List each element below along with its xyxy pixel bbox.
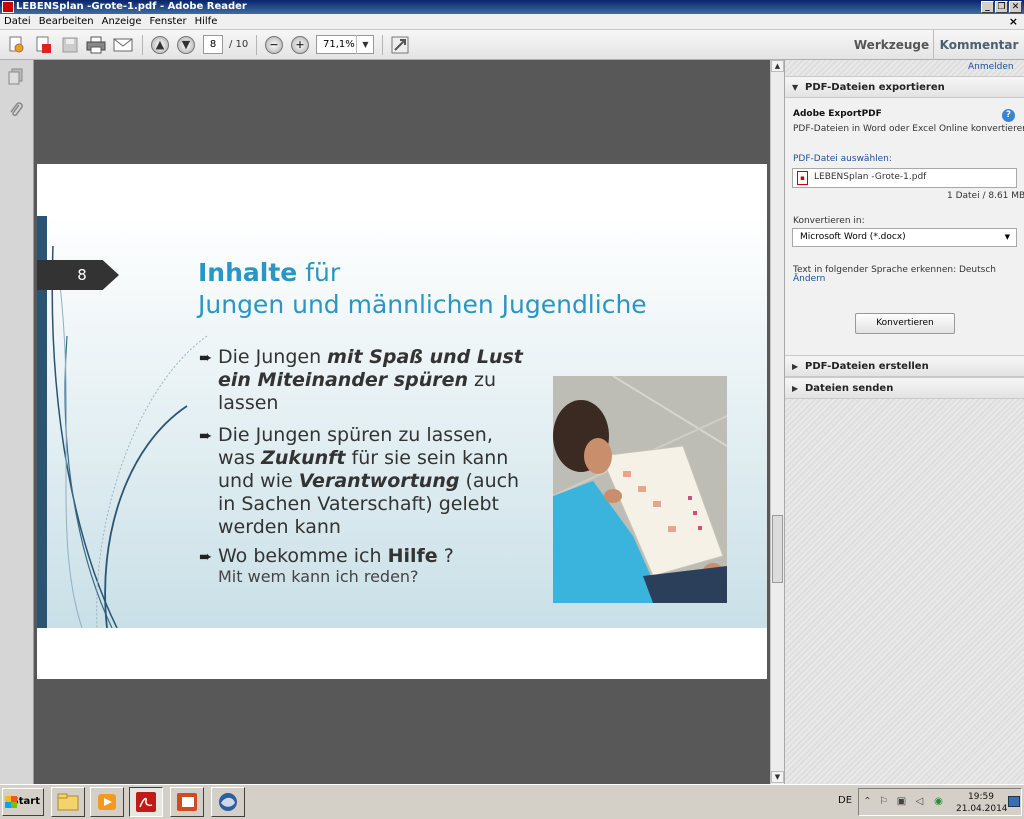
- scroll-down-icon[interactable]: ▼: [771, 771, 784, 783]
- menu-bearbeiten[interactable]: Bearbeiten: [35, 14, 98, 30]
- close-document-button[interactable]: ×: [1009, 14, 1018, 30]
- print-icon[interactable]: [86, 35, 106, 55]
- pdf-file-icon: ▪: [797, 171, 808, 185]
- menu-anzeige[interactable]: Anzeige: [98, 14, 146, 30]
- section-title: PDF-Dateien erstellen: [805, 361, 929, 372]
- create-pdf-icon[interactable]: [6, 35, 26, 55]
- explorer-icon[interactable]: [51, 787, 85, 817]
- bullet-emphasis: Hilfe: [387, 545, 438, 567]
- bullet-arrow-icon: ➨: [199, 547, 213, 566]
- convert-button[interactable]: Konvertieren: [855, 313, 955, 334]
- create-pdf-section-header[interactable]: ▶ PDF-Dateien erstellen: [785, 355, 1024, 377]
- triangle-right-icon: ▶: [792, 384, 799, 393]
- minimize-button[interactable]: _: [981, 1, 994, 13]
- bullet-emphasis: Zukunft: [261, 447, 346, 469]
- windows-logo-icon: [5, 796, 17, 808]
- file-count: 1 Datei / 8.61 MB: [947, 191, 1024, 201]
- bullet-emphasis: Verantwortung: [298, 470, 460, 492]
- slide-title-bold: Inhalte: [198, 258, 298, 287]
- page-down-icon[interactable]: ▼: [177, 36, 195, 54]
- bullet-text: Die Jungen: [218, 346, 328, 368]
- presentation-app-icon[interactable]: [170, 787, 204, 817]
- pdf-page: 8 Inhalte für Jungen und männlichen Juge…: [37, 164, 767, 679]
- menu-bar: Datei Bearbeiten Anzeige Fenster Hilfe: [0, 14, 1024, 30]
- window-title: LEBENSplan -Grote-1.pdf - Adobe Reader: [16, 1, 247, 12]
- fullscreen-icon[interactable]: [390, 35, 410, 55]
- bullet-text: Wo bekomme ich: [218, 545, 388, 567]
- clock-date[interactable]: 21.04.2014: [956, 804, 1008, 814]
- bullet-item: ➨ Die Jungen mit Spaß und Lust ein Mitei…: [199, 346, 529, 415]
- scroll-up-icon[interactable]: ▲: [771, 60, 784, 72]
- page-up-icon[interactable]: ▲: [151, 36, 169, 54]
- thunderbird-icon[interactable]: [211, 787, 245, 817]
- restore-button[interactable]: ❐: [995, 1, 1008, 13]
- show-desktop-icon[interactable]: [1008, 796, 1020, 807]
- network-icon[interactable]: ▣: [896, 796, 907, 807]
- triangle-right-icon: ▶: [792, 362, 799, 371]
- convert-to-label: Konvertieren in:: [793, 216, 865, 226]
- email-icon[interactable]: [113, 35, 133, 55]
- page-number-input[interactable]: 8: [203, 35, 223, 54]
- bullet-subline: Mit wem kann ich reden?: [218, 567, 419, 586]
- menu-fenster[interactable]: Fenster: [146, 14, 191, 30]
- close-window-button[interactable]: ✕: [1009, 1, 1022, 13]
- bullet-item: ➨ Die Jungen spüren zu lassen, was Zukun…: [199, 424, 529, 539]
- convert-format-value: Microsoft Word (*.docx): [800, 232, 906, 242]
- bullet-arrow-icon: ➨: [199, 426, 213, 445]
- slide-photo: [553, 376, 727, 603]
- chevron-down-icon[interactable]: ▼: [356, 35, 374, 54]
- toolbar-separator: [382, 35, 383, 55]
- selected-file-name: LEBENSplan -Grote-1.pdf: [814, 172, 927, 182]
- sign-in-link[interactable]: Anmelden: [968, 62, 1014, 72]
- section-title: PDF-Dateien exportieren: [805, 82, 945, 93]
- update-icon[interactable]: ◉: [933, 796, 944, 807]
- vertical-scrollbar[interactable]: ▲ ▼: [770, 60, 784, 784]
- triangle-down-icon: ▼: [792, 83, 799, 92]
- comment-button[interactable]: Kommentar: [937, 30, 1021, 60]
- pdf-icon: [2, 1, 14, 13]
- slide-title: Inhalte für: [198, 258, 340, 287]
- bullet-text: ?: [437, 545, 454, 567]
- save-icon[interactable]: [60, 35, 80, 55]
- send-files-section-header[interactable]: ▶ Dateien senden: [785, 377, 1024, 399]
- zoom-in-icon[interactable]: +: [291, 36, 309, 54]
- slide-subtitle: Jungen und männlichen Jugendliche: [198, 290, 647, 319]
- navigation-pane: [0, 60, 34, 784]
- flag-icon[interactable]: ⚐: [878, 796, 889, 807]
- toolbar-separator: [142, 35, 143, 55]
- slide-number-badge: 8: [37, 260, 119, 290]
- menu-hilfe[interactable]: Hilfe: [191, 14, 222, 30]
- page-total: / 10: [229, 39, 249, 50]
- toolbar-separator: [256, 35, 257, 55]
- slide-title-rest: für: [297, 258, 341, 287]
- window-title-bar: LEBENSplan -Grote-1.pdf - Adobe Reader: [0, 0, 1024, 14]
- pages-icon[interactable]: [7, 68, 25, 86]
- convert-format-select[interactable]: Microsoft Word (*.docx) ▼: [792, 228, 1017, 247]
- export-pdf-icon[interactable]: [33, 35, 53, 55]
- export-title: Adobe ExportPDF: [793, 109, 882, 119]
- change-language-link[interactable]: Ändern: [793, 274, 825, 284]
- tools-button[interactable]: Werkzeuge: [850, 30, 934, 60]
- media-player-icon[interactable]: [90, 787, 124, 817]
- export-description: PDF-Dateien in Word oder Excel Online ko…: [793, 124, 1024, 134]
- zoom-out-icon[interactable]: −: [265, 36, 283, 54]
- volume-icon[interactable]: ◁: [914, 796, 925, 807]
- bullet-arrow-icon: ➨: [199, 348, 213, 367]
- paperclip-icon[interactable]: [7, 101, 25, 119]
- language-indicator[interactable]: DE: [838, 795, 852, 806]
- help-icon[interactable]: ?: [1002, 109, 1015, 122]
- adobe-reader-taskbar-icon[interactable]: [129, 787, 163, 817]
- chevron-up-icon[interactable]: ⌃: [862, 796, 873, 807]
- scrollbar-thumb[interactable]: [772, 515, 783, 583]
- clock-time[interactable]: 19:59: [968, 792, 994, 802]
- bullet-item: ➨ Wo bekomme ich Hilfe ?: [199, 545, 529, 568]
- chevron-down-icon: ▼: [1004, 233, 1010, 241]
- menu-datei[interactable]: Datei: [0, 14, 35, 30]
- select-file-label: PDF-Datei auswählen:: [793, 154, 892, 164]
- section-title: Dateien senden: [805, 383, 894, 394]
- export-pdf-section-header[interactable]: ▼ PDF-Dateien exportieren: [785, 76, 1024, 98]
